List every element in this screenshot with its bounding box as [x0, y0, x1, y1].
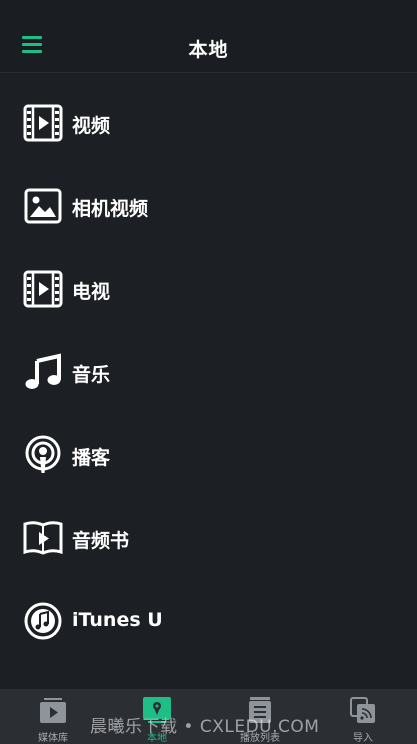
itunes-u-icon — [24, 602, 62, 640]
list-item-label: 视频 — [72, 115, 111, 137]
list-item-label: 相机视频 — [72, 198, 149, 220]
list-item-label: 电视 — [72, 281, 111, 303]
header: 本地 — [0, 0, 417, 73]
photo-icon — [24, 188, 62, 224]
list-item-video[interactable]: 视频 — [0, 93, 417, 153]
list-item-audiobook[interactable]: 音频书 — [0, 508, 417, 568]
music-note-icon — [25, 353, 61, 389]
tab-import[interactable]: 导入 — [323, 689, 403, 744]
page-title: 本地 — [188, 39, 229, 61]
list-item-label: iTunes U — [72, 609, 163, 631]
import-icon — [350, 697, 375, 723]
tab-label: 导入 — [353, 733, 373, 744]
tab-media-library[interactable]: 媒体库 — [13, 689, 93, 744]
list-item-itunes-u[interactable]: iTunes U — [0, 591, 417, 651]
list-item-label: 播客 — [72, 447, 111, 469]
podcast-icon — [25, 435, 61, 473]
list-item-label: 音乐 — [72, 364, 111, 386]
list-item-podcast[interactable]: 播客 — [0, 425, 417, 485]
tab-label: 媒体库 — [38, 733, 68, 744]
film-icon — [23, 270, 63, 308]
list-item-label: 音频书 — [72, 530, 130, 552]
film-icon — [23, 104, 63, 142]
watermark-text: 晨曦乐下载 • CXLEDU.COM — [90, 717, 320, 737]
audiobook-icon — [23, 521, 63, 555]
list-item-music[interactable]: 音乐 — [0, 342, 417, 402]
list-item-camera-video[interactable]: 相机视频 — [0, 176, 417, 236]
media-library-icon — [40, 698, 66, 723]
list-item-tv[interactable]: 电视 — [0, 259, 417, 319]
